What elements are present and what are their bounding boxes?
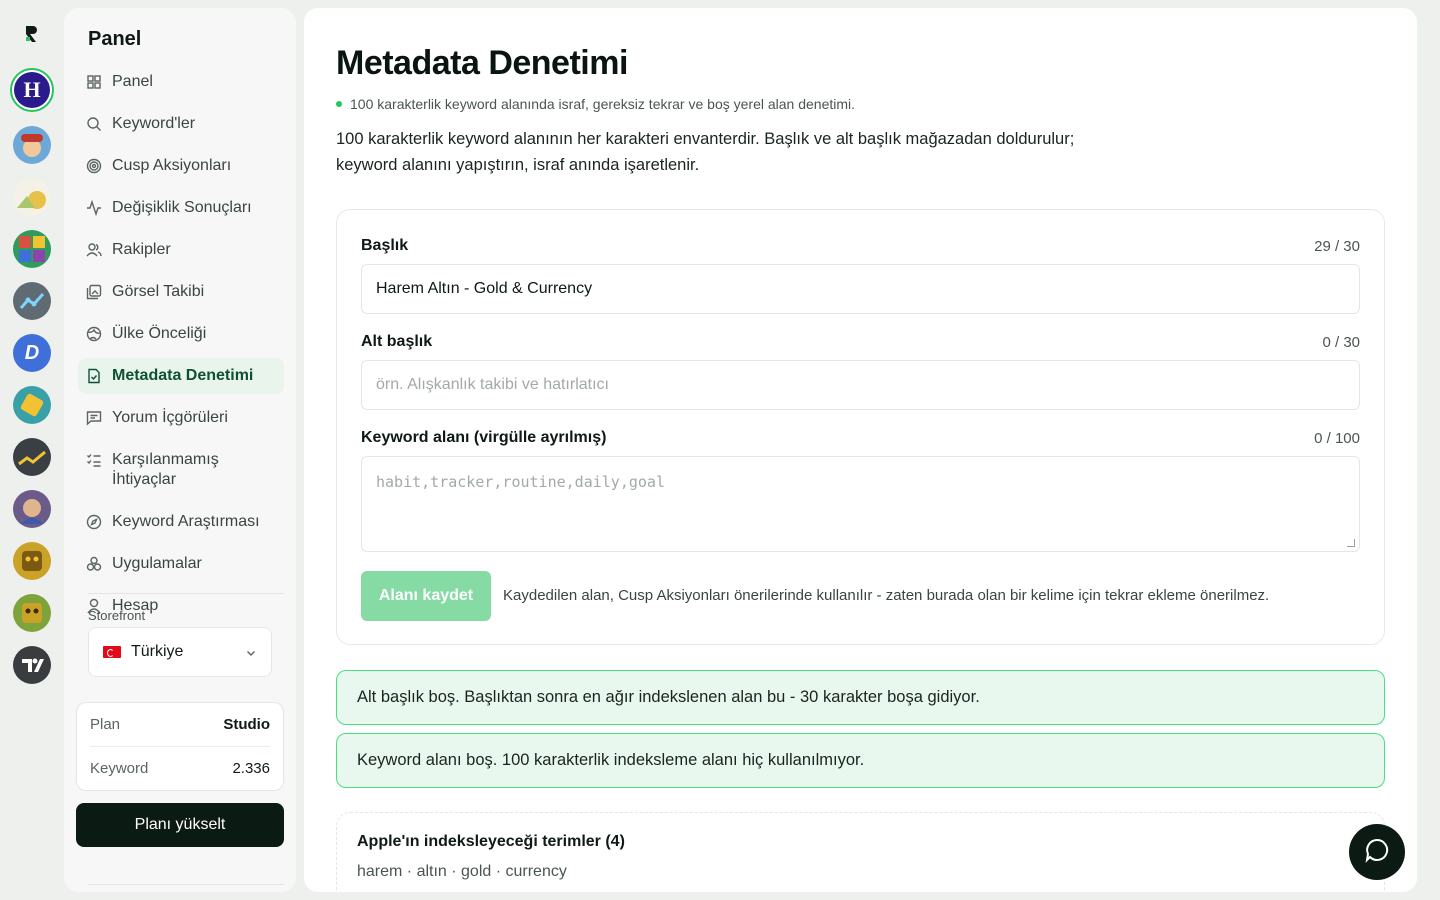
images-icon — [86, 284, 102, 300]
app-switcher: H D — [10, 68, 54, 684]
sidebar-item-label: Yorum İçgörüleri — [112, 409, 228, 426]
title-field-label: Başlık — [361, 237, 409, 254]
sidebar-item-visual-tracking[interactable]: Görsel Takibi — [78, 274, 284, 310]
sidebar-item-label: Metadata Denetimi — [112, 367, 254, 384]
save-note: Kaydedilen alan, Cusp Aksiyonları öneril… — [503, 587, 1270, 604]
sidebar-item-metadata-audit[interactable]: Metadata Denetimi — [78, 358, 284, 394]
status-dot — [336, 101, 342, 107]
keyword-textarea[interactable]: habit,tracker,routine,daily,goal — [361, 456, 1360, 552]
page-description: 100 karakterlik keyword alanının her kar… — [336, 130, 1075, 174]
sidebar-item-apps[interactable]: Uygulamalar — [78, 546, 284, 582]
alert-keyword-empty: Keyword alanı boş. 100 karakterlik indek… — [336, 733, 1385, 788]
sidebar: Panel Panel Keyword'ler Cusp Aksiyonları… — [64, 8, 296, 892]
title-char-counter: 29 / 30 — [1314, 238, 1360, 255]
indexed-terms-card: Apple'ın indeksleyeceği terimler (4) har… — [336, 812, 1385, 892]
brand-logo[interactable] — [22, 24, 42, 44]
resize-handle-icon[interactable] — [1347, 539, 1355, 547]
sidebar-item-change-results[interactable]: Değişiklik Sonuçları — [78, 190, 284, 226]
title-input[interactable]: Harem Altın - Gold & Currency — [361, 264, 1360, 314]
sidebar-item-keyword-research[interactable]: Keyword Araştırması — [78, 504, 284, 540]
subtitle-text: 100 karakterlik keyword alanında israf, … — [350, 96, 856, 112]
sidebar-item-label: Keyword Araştırması — [112, 513, 260, 530]
app-icon[interactable] — [13, 490, 51, 528]
app-icon[interactable] — [13, 230, 51, 268]
chat-button[interactable] — [1349, 824, 1405, 880]
checklist-icon — [86, 452, 102, 468]
storefront-label: Storefront — [88, 608, 146, 623]
sidebar-item-label: Rakipler — [112, 241, 171, 258]
message-icon — [86, 410, 102, 426]
app-icon[interactable] — [13, 386, 51, 424]
compass-icon — [86, 514, 102, 530]
sidebar-item-keywords[interactable]: Keyword'ler — [78, 106, 284, 142]
app-icon[interactable] — [13, 178, 51, 216]
app-icon-harem-altin[interactable]: H — [10, 68, 54, 112]
sidebar-item-panel[interactable]: Panel — [78, 64, 284, 100]
main-content: Metadata Denetimi 100 karakterlik keywor… — [304, 8, 1417, 892]
plan-row: Plan Studio — [90, 703, 270, 746]
upgrade-plan-button[interactable]: Planı yükselt — [76, 803, 284, 847]
page-subtitle: 100 karakterlik keyword alanında israf, … — [336, 96, 855, 112]
indexed-terms-list: harem · altın · gold · currency — [357, 863, 567, 880]
app-icon[interactable] — [13, 594, 51, 632]
app-icon[interactable] — [13, 438, 51, 476]
globe-icon — [86, 326, 102, 342]
grid-icon — [86, 74, 102, 90]
metadata-form: Başlık 29 / 30 Harem Altın - Gold & Curr… — [336, 209, 1385, 645]
sidebar-nav: Panel Keyword'ler Cusp Aksiyonları Değiş… — [78, 64, 284, 630]
turkey-flag-icon — [103, 646, 121, 658]
subtitle-char-counter: 0 / 30 — [1322, 334, 1360, 351]
chat-bubble-icon — [1364, 837, 1390, 868]
sidebar-item-review-insights[interactable]: Yorum İçgörüleri — [78, 400, 284, 436]
sidebar-item-label: Ülke Önceliği — [112, 325, 207, 342]
sidebar-item-label: Panel — [112, 73, 153, 90]
sidebar-item-label: Değişiklik Sonuçları — [112, 199, 252, 216]
sidebar-divider — [88, 593, 284, 594]
sidebar-item-country-priority[interactable]: Ülke Önceliği — [78, 316, 284, 352]
app-icon[interactable] — [13, 542, 51, 580]
app-rail: H D — [0, 0, 64, 900]
sidebar-divider — [88, 884, 284, 885]
sidebar-item-label: Uygulamalar — [112, 555, 202, 572]
sidebar-item-label: Karşılanmamış İhtiyaçlar — [112, 451, 219, 488]
sidebar-item-label: Cusp Aksiyonları — [112, 157, 232, 174]
subtitle-field-label: Alt başlık — [361, 333, 433, 350]
target-icon — [86, 158, 102, 174]
app-icon[interactable] — [13, 282, 51, 320]
sidebar-item-label: Görsel Takibi — [112, 283, 205, 300]
app-icon[interactable] — [13, 126, 51, 164]
storefront-select[interactable]: Türkiye — [88, 627, 272, 677]
subtitle-input[interactable]: örn. Alışkanlık takibi ve hatırlatıcı — [361, 360, 1360, 410]
sidebar-item-competitors[interactable]: Rakipler — [78, 232, 284, 268]
sidebar-item-cusp-actions[interactable]: Cusp Aksiyonları — [78, 148, 284, 184]
plan-card: Plan Studio Keyword 2.336 — [76, 702, 284, 791]
keyword-placeholder: habit,tracker,routine,daily,goal — [376, 473, 665, 491]
sidebar-item-label: Keyword'ler — [112, 115, 196, 132]
keyword-char-counter: 0 / 100 — [1314, 430, 1360, 447]
storefront-value: Türkiye — [131, 643, 184, 660]
keyword-count-value: 2.336 — [232, 759, 270, 777]
indexed-terms-title: Apple'ın indeksleyeceği terimler (4) — [357, 833, 625, 850]
keyword-field-label: Keyword alanı (virgülle ayrılmış) — [361, 429, 607, 446]
app-icon[interactable] — [13, 646, 51, 684]
sidebar-title: Panel — [88, 28, 142, 50]
plan-label: Plan — [90, 716, 121, 733]
keyword-row: Keyword 2.336 — [90, 746, 270, 789]
keyword-count-label: Keyword — [90, 759, 149, 777]
app-icon[interactable]: D — [13, 334, 51, 372]
search-icon — [86, 116, 102, 132]
save-field-button[interactable]: Alanı kaydet — [361, 571, 491, 621]
activity-icon — [86, 200, 102, 216]
users-icon — [86, 242, 102, 258]
sidebar-item-unmet-needs[interactable]: Karşılanmamış İhtiyaçlar — [78, 442, 284, 498]
alert-subtitle-empty: Alt başlık boş. Başlıktan sonra en ağır … — [336, 670, 1385, 725]
file-check-icon — [86, 368, 102, 384]
chevron-down-icon — [245, 646, 257, 658]
plan-value: Studio — [223, 716, 270, 733]
apps-icon — [86, 556, 102, 572]
page-title: Metadata Denetimi — [336, 44, 628, 82]
